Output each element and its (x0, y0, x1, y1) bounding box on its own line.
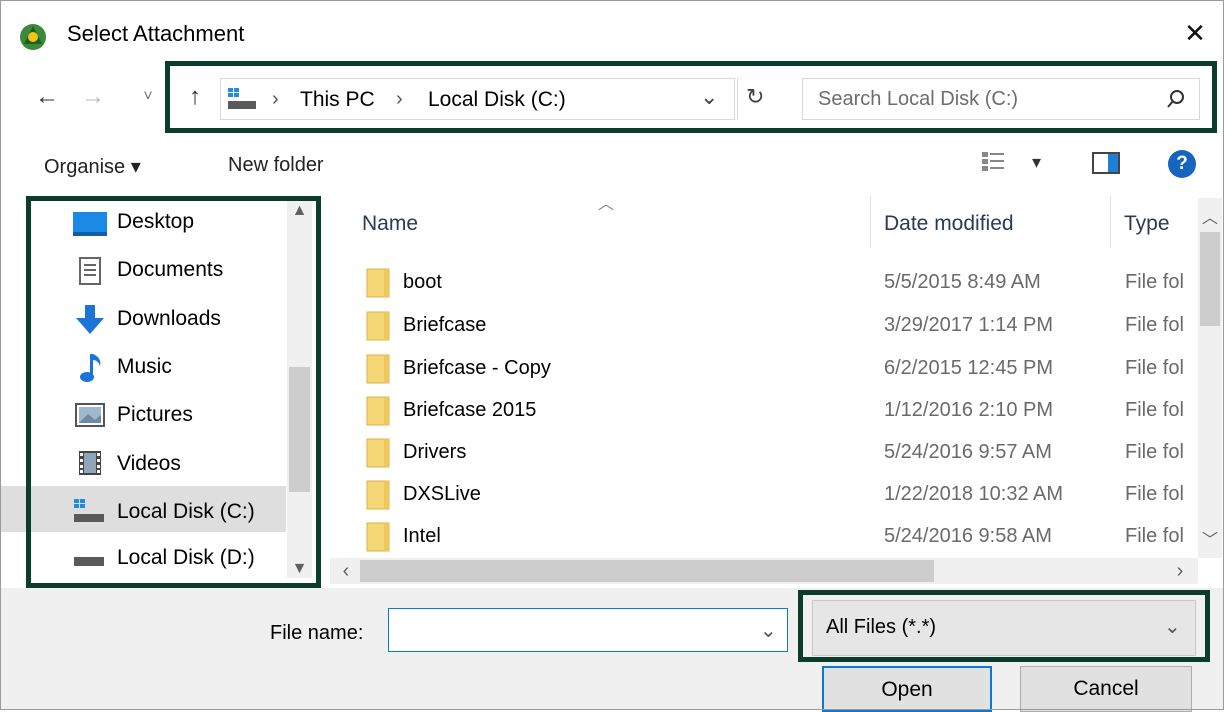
file-name-cell: DXSLive (403, 483, 481, 505)
file-name-input[interactable] (388, 608, 788, 652)
type-cell: File fol (1125, 483, 1184, 505)
date-modified-cell: 5/5/2015 8:49 AM (884, 271, 1041, 293)
type-cell: File fol (1125, 271, 1184, 293)
table-row[interactable] (330, 262, 1198, 302)
file-name-label: File name: (270, 622, 364, 644)
type-cell: File fol (1125, 441, 1184, 463)
column-header-name[interactable]: Name (362, 212, 418, 236)
folder-icon (366, 311, 390, 341)
new-folder-button[interactable]: New folder (228, 154, 324, 177)
close-icon[interactable]: ✕ (1178, 16, 1212, 50)
folder-icon (366, 480, 390, 510)
file-list-hscroll-thumb[interactable] (360, 560, 934, 582)
help-icon[interactable]: ? (1168, 150, 1196, 178)
sidebar-highlight-box (26, 196, 321, 588)
nav-highlight-box (165, 61, 1217, 133)
column-header-date-modified[interactable]: Date modified (884, 212, 1014, 236)
folder-icon (366, 438, 390, 468)
preview-pane-icon[interactable] (1092, 152, 1120, 174)
type-cell: File fol (1125, 314, 1184, 336)
file-name-dropdown-icon[interactable]: ⌄ (760, 618, 777, 643)
column-divider (870, 196, 871, 248)
file-name-cell: Briefcase 2015 (403, 399, 537, 421)
type-cell: File fol (1125, 399, 1184, 421)
file-name-cell: boot (403, 271, 442, 293)
window-title: Select Attachment (67, 21, 245, 46)
recent-locations-icon[interactable]: ˅ (138, 80, 158, 114)
organise-menu[interactable]: Organise ▾ (44, 154, 141, 179)
back-icon[interactable]: ← (32, 80, 62, 114)
app-logo-icon (20, 24, 46, 50)
forward-icon[interactable]: → (78, 80, 108, 114)
file-name-cell: Intel (403, 525, 441, 547)
date-modified-cell: 5/24/2016 9:58 AM (884, 525, 1052, 547)
view-dropdown-icon[interactable]: ▾ (1032, 152, 1041, 173)
view-options-icon[interactable] (981, 150, 1007, 174)
file-list-scroll-left-icon[interactable]: ‹ (336, 560, 356, 583)
folder-icon (366, 396, 390, 426)
date-modified-cell: 1/22/2018 10:32 AM (884, 483, 1064, 505)
file-list-scroll-down-icon[interactable]: ﹀ (1198, 526, 1222, 550)
file-list-scroll-right-icon[interactable]: › (1170, 560, 1190, 583)
file-list-vscroll-thumb[interactable] (1200, 232, 1220, 326)
date-modified-cell: 5/24/2016 9:57 AM (884, 441, 1052, 463)
select-attachment-dialog: Select Attachment ✕ ← → ˅ ↑ › This PC › … (0, 0, 1224, 712)
cancel-button[interactable]: Cancel (1020, 666, 1192, 712)
file-name-cell: Briefcase (403, 314, 487, 336)
sort-ascending-icon: ︿ (598, 196, 615, 213)
file-list-scroll-up-icon[interactable]: ︿ (1198, 204, 1222, 228)
date-modified-cell: 6/2/2015 12:45 PM (884, 357, 1054, 379)
file-name-cell: Briefcase - Copy (403, 357, 551, 379)
folder-icon (366, 522, 390, 552)
date-modified-cell: 1/12/2016 2:10 PM (884, 399, 1054, 421)
file-type-highlight-box (798, 590, 1210, 662)
folder-icon (366, 354, 390, 384)
open-button[interactable]: Open (822, 666, 992, 712)
table-row[interactable] (330, 516, 1198, 556)
type-cell: File fol (1125, 525, 1184, 547)
date-modified-cell: 3/29/2017 1:14 PM (884, 314, 1054, 336)
type-cell: File fol (1125, 357, 1184, 379)
folder-icon (366, 268, 390, 298)
column-divider (1110, 196, 1111, 248)
file-name-cell: Drivers (403, 441, 467, 463)
column-header-type[interactable]: Type (1124, 212, 1170, 236)
